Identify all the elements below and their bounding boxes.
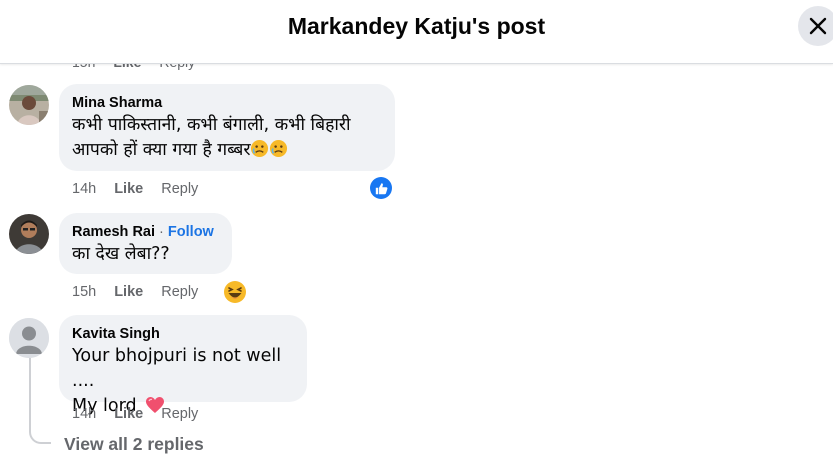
close-button[interactable] [798, 6, 833, 46]
reply-button[interactable]: Reply [161, 181, 198, 197]
like-button[interactable]: Like [114, 406, 143, 422]
avatar[interactable] [9, 318, 49, 358]
comment-text: आपको हों क्या गया है गब्बर [72, 138, 382, 163]
reply-thread-line [29, 358, 51, 444]
comment-line: कभी पाकिस्तानी, कभी बंगाली, कभी बिहारी [72, 115, 351, 135]
comment-author[interactable]: Mina Sharma [72, 93, 382, 113]
default-avatar-icon [9, 318, 49, 358]
sad-face-icon [251, 139, 269, 158]
comment-bubble: Ramesh Rai · Follow का देख लेबा?? [59, 213, 232, 274]
haha-icon [224, 281, 246, 303]
comment-text: Your bhojpuri is not well .... [72, 346, 282, 391]
thumbs-up-icon [375, 182, 387, 194]
comment-bubble: Kavita Singh Your bhojpuri is not well .… [59, 315, 307, 416]
close-icon [809, 17, 827, 35]
comment-time: 14h [72, 406, 97, 422]
dialog-title: Markandey Katju's post [287, 13, 546, 39]
comment-time: 14h [72, 181, 97, 197]
comment-text: का देख लेबा?? [72, 244, 170, 264]
like-button[interactable]: Like [114, 284, 143, 300]
comment-time: 15h [72, 284, 97, 300]
comment-actions: 14h Like Reply [72, 406, 216, 422]
view-replies-link[interactable]: View all 2 replies [64, 434, 204, 455]
haha-reaction-badge[interactable] [223, 280, 247, 304]
comment-actions: 14h Like Reply [72, 181, 216, 197]
comment-line: आपको हों क्या गया है गब्बर [72, 140, 251, 160]
comment-author-line: Ramesh Rai · Follow [72, 222, 219, 242]
comment-author[interactable]: Ramesh Rai [72, 224, 155, 240]
sad-face-icon [270, 139, 288, 158]
like-button[interactable]: Like [114, 181, 143, 197]
avatar[interactable] [9, 85, 49, 125]
reply-button[interactable]: Reply [161, 284, 198, 300]
like-reaction-badge[interactable] [370, 177, 392, 199]
comment-actions: 15h Like Reply [72, 284, 216, 300]
comment-bubble: Mina Sharma कभी पाकिस्तानी, कभी बंगाली, … [59, 84, 395, 171]
follow-button[interactable]: Follow [168, 224, 214, 240]
separator: · [159, 224, 164, 240]
comment-author[interactable]: Kavita Singh [72, 324, 294, 344]
avatar-photo [9, 214, 49, 254]
post-dialog-header: Markandey Katju's post [0, 0, 833, 64]
comment-text: कभी पाकिस्तानी, कभी बंगाली, कभी बिहारी [72, 113, 382, 138]
avatar[interactable] [9, 214, 49, 254]
avatar-photo [9, 85, 49, 125]
reply-button[interactable]: Reply [161, 406, 198, 422]
